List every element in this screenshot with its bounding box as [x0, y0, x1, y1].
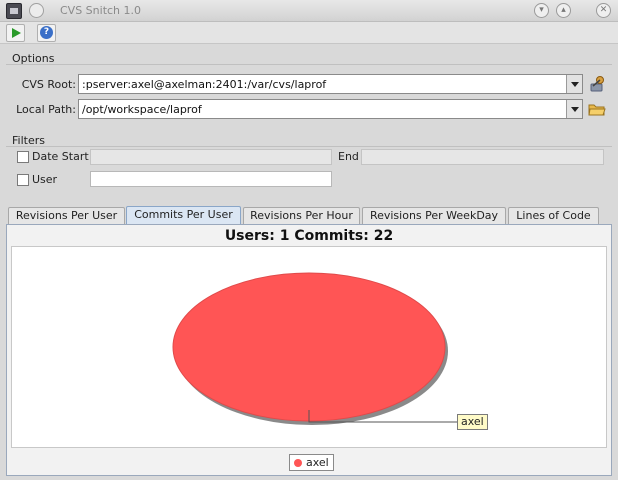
- pie-chart: [172, 272, 457, 425]
- pie-slice: [172, 272, 446, 422]
- legend-swatch: [294, 459, 302, 467]
- pie-slice-label: axel: [457, 414, 488, 430]
- legend-label: axel: [306, 456, 329, 469]
- chart-legend: axel: [289, 454, 334, 471]
